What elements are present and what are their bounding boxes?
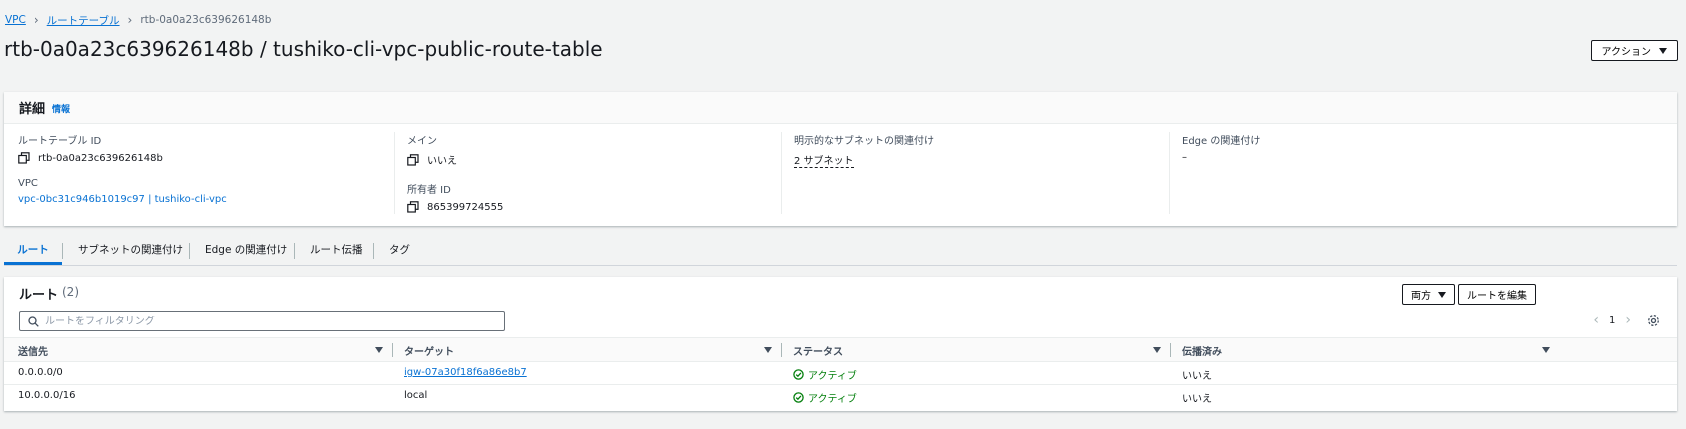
column-header-destination[interactable]: 送信先 bbox=[18, 343, 48, 358]
route-filter-input[interactable] bbox=[45, 315, 485, 327]
cell-target: local bbox=[404, 390, 428, 401]
route-table-id-text: rtb-0a0a23c639626148b bbox=[38, 152, 163, 164]
chevron-right-icon[interactable]: › bbox=[1625, 313, 1631, 327]
sort-down-icon[interactable] bbox=[764, 347, 772, 353]
active-tab-indicator bbox=[4, 262, 62, 265]
caret-down-icon bbox=[1438, 291, 1446, 298]
caret-down-icon bbox=[1659, 47, 1667, 54]
tab-bar: ルート サブネットの関連付け Edge の関連付け ルート伝播 タグ bbox=[4, 235, 1677, 266]
routes-count: (2) bbox=[62, 285, 79, 299]
column-header-status[interactable]: ステータス bbox=[793, 343, 843, 358]
gear-icon[interactable] bbox=[1647, 314, 1660, 327]
details-column-4: Edge の関連付け – bbox=[1169, 132, 1662, 214]
page-title: rtb-0a0a23c639626148b / tushiko-cli-vpc-… bbox=[4, 37, 603, 61]
column-divider[interactable] bbox=[781, 343, 782, 357]
actions-button-label: アクション bbox=[1601, 47, 1652, 58]
column-header-target[interactable]: ターゲット bbox=[404, 343, 454, 358]
sort-down-icon[interactable] bbox=[1153, 347, 1161, 353]
cell-propagated: いいえ bbox=[1182, 394, 1212, 405]
column-divider[interactable] bbox=[392, 343, 393, 357]
cell-propagated: いいえ bbox=[1182, 371, 1212, 382]
copy-icon[interactable] bbox=[407, 201, 419, 213]
edit-routes-button[interactable]: ルートを編集 bbox=[1458, 284, 1536, 305]
tab-divider bbox=[62, 243, 63, 259]
status-text: アクティブ bbox=[808, 371, 857, 382]
cell-target: igw-07a30f18f6a86e8b7 bbox=[404, 367, 527, 378]
subnet-association-value: 2 サブネット bbox=[794, 152, 1167, 168]
routes-title: ルート bbox=[19, 288, 59, 303]
subnet-association-link[interactable]: 2 サブネット bbox=[794, 152, 854, 168]
tab-routes[interactable]: ルート bbox=[4, 235, 62, 265]
chevron-right-icon: › bbox=[127, 13, 133, 27]
check-circle-icon bbox=[793, 392, 804, 403]
both-dropdown-label: 両方 bbox=[1411, 291, 1431, 302]
info-link[interactable]: 情報 bbox=[52, 102, 70, 115]
tab-tags[interactable]: タグ bbox=[389, 235, 410, 264]
tab-divider bbox=[189, 243, 190, 259]
sort-down-icon[interactable] bbox=[1542, 347, 1550, 353]
table-header: 送信先 ターゲット ステータス 伝播済み bbox=[4, 337, 1677, 362]
details-column-2: メイン いいえ 所有者 ID 865399724555 bbox=[394, 132, 780, 214]
page-number[interactable]: 1 bbox=[1609, 315, 1615, 326]
main-label: メイン bbox=[407, 136, 437, 147]
subnet-association-label: 明示的なサブネットの関連付け bbox=[794, 136, 934, 147]
actions-button[interactable]: アクション bbox=[1590, 40, 1678, 61]
details-header: 詳細 情報 bbox=[4, 92, 1677, 124]
details-column-3: 明示的なサブネットの関連付け 2 サブネット bbox=[781, 132, 1167, 214]
tab-route-propagation[interactable]: ルート伝播 bbox=[310, 235, 363, 264]
tab-divider bbox=[373, 243, 374, 259]
table-row: 10.0.0.0/16 local アクティブ いいえ bbox=[4, 385, 1677, 408]
edge-association-value: – bbox=[1182, 152, 1187, 163]
tab-routes-label: ルート bbox=[17, 244, 49, 256]
tab-divider bbox=[294, 243, 295, 259]
column-divider[interactable] bbox=[1170, 343, 1171, 357]
route-table-id-label: ルートテーブル ID bbox=[18, 136, 102, 147]
vpc-label: VPC bbox=[18, 178, 38, 189]
owner-id-text: 865399724555 bbox=[427, 201, 504, 213]
vpc-value: vpc-0bc31c946b1019c97 | tushiko-cli-vpc bbox=[18, 194, 378, 205]
cell-status: アクティブ bbox=[793, 367, 857, 382]
pagination: ‹ 1 › bbox=[1593, 313, 1660, 327]
breadcrumb-current: rtb-0a0a23c639626148b bbox=[140, 14, 272, 26]
route-table-id-value: rtb-0a0a23c639626148b bbox=[18, 152, 378, 164]
copy-icon[interactable] bbox=[18, 152, 30, 164]
breadcrumb-link-vpc[interactable]: VPC bbox=[5, 14, 26, 26]
sort-down-icon[interactable] bbox=[375, 347, 383, 353]
column-header-propagated[interactable]: 伝播済み bbox=[1182, 343, 1222, 358]
target-link[interactable]: igw-07a30f18f6a86e8b7 bbox=[404, 367, 527, 378]
cell-destination: 0.0.0.0/0 bbox=[18, 367, 63, 378]
search-icon bbox=[28, 315, 39, 327]
edit-routes-label: ルートを編集 bbox=[1467, 291, 1527, 302]
chevron-left-icon[interactable]: ‹ bbox=[1593, 313, 1599, 327]
main-value-text: いいえ bbox=[427, 156, 457, 167]
tab-edge-associations[interactable]: Edge の関連付け bbox=[205, 235, 287, 264]
check-circle-icon bbox=[793, 369, 804, 380]
edge-association-label: Edge の関連付け bbox=[1182, 136, 1261, 147]
chevron-right-icon: › bbox=[33, 13, 39, 27]
status-text: アクティブ bbox=[808, 394, 857, 405]
details-panel: 詳細 情報 ルートテーブル ID rtb-0a0a23c639626148b V… bbox=[4, 92, 1677, 226]
routes-panel: ルート (2) 両方 ルートを編集 ‹ 1 › 送信先 ターゲット ステータス … bbox=[4, 277, 1677, 411]
owner-id-value: 865399724555 bbox=[407, 201, 780, 213]
main-value: いいえ bbox=[407, 152, 780, 167]
tab-subnet-associations[interactable]: サブネットの関連付け bbox=[78, 235, 183, 264]
vpc-link[interactable]: vpc-0bc31c946b1019c97 | tushiko-cli-vpc bbox=[18, 194, 227, 205]
cell-status: アクティブ bbox=[793, 390, 857, 405]
both-dropdown[interactable]: 両方 bbox=[1402, 284, 1455, 305]
copy-icon[interactable] bbox=[407, 153, 419, 166]
breadcrumb: VPC › ルートテーブル › rtb-0a0a23c639626148b bbox=[5, 12, 271, 28]
route-filter-field[interactable] bbox=[19, 311, 505, 331]
breadcrumb-link-route-tables[interactable]: ルートテーブル bbox=[47, 13, 120, 28]
details-column-1: ルートテーブル ID rtb-0a0a23c639626148b VPC vpc… bbox=[18, 132, 378, 214]
details-title: 詳細 bbox=[19, 102, 46, 117]
owner-id-label: 所有者 ID bbox=[407, 185, 451, 196]
table-row: 0.0.0.0/0 igw-07a30f18f6a86e8b7 アクティブ いい… bbox=[4, 362, 1677, 385]
cell-destination: 10.0.0.0/16 bbox=[18, 390, 76, 401]
